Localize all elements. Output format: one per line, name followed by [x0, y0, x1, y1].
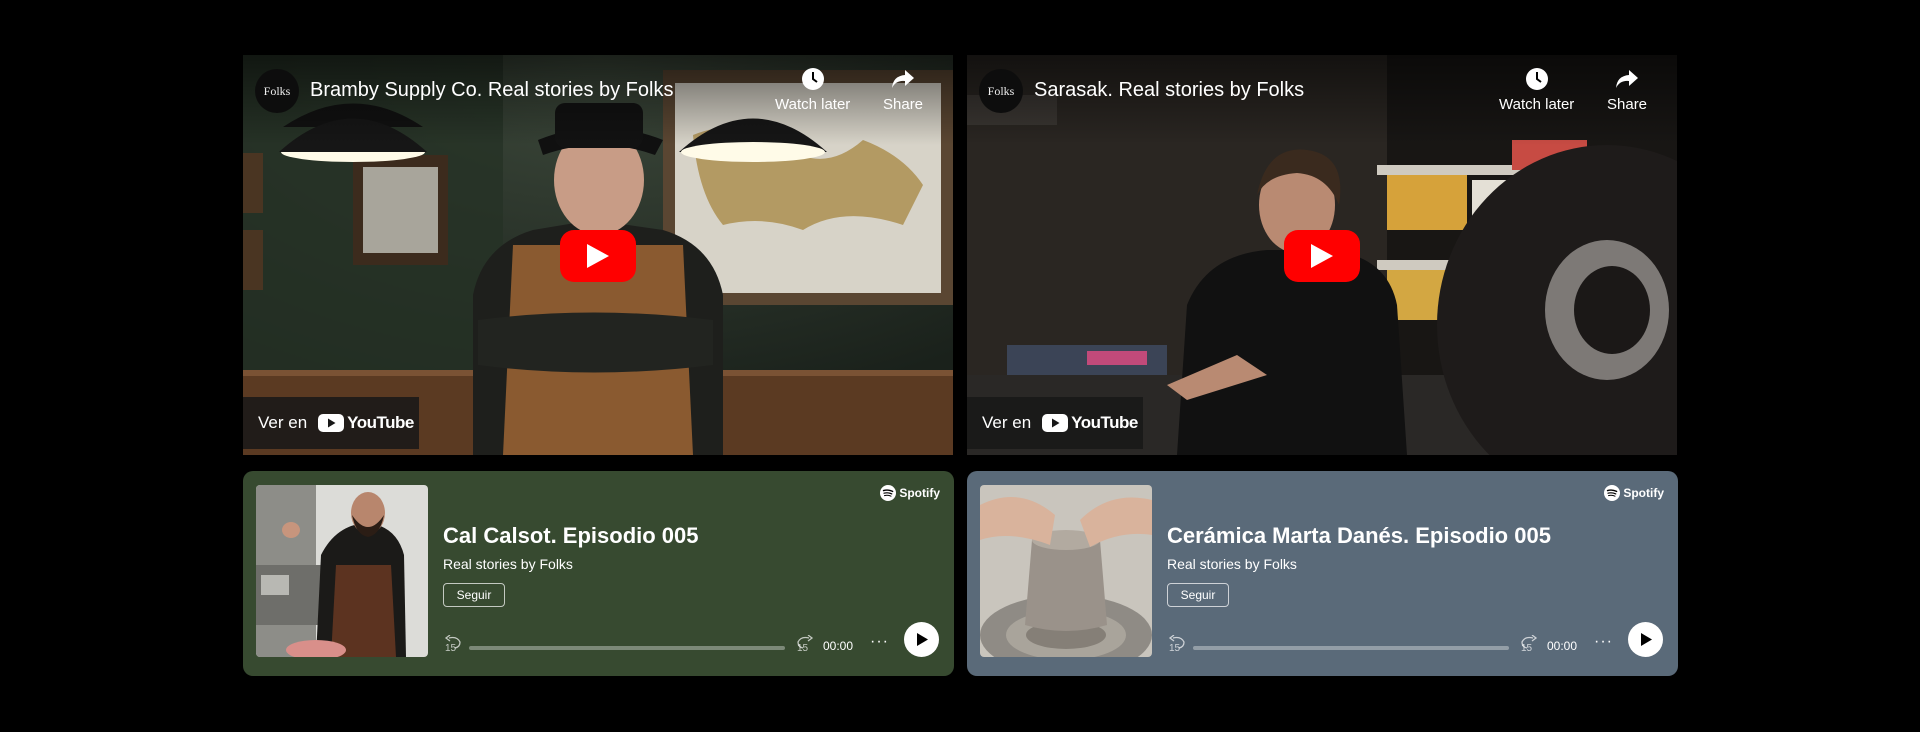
play-icon [1311, 244, 1333, 268]
episode-play-button[interactable] [904, 622, 939, 657]
spotify-episode-embed-cal-calsot: Spotify Cal Calsot. Episodio 005 Real st… [243, 471, 954, 676]
play-icon [587, 244, 609, 268]
watch-on-youtube-link[interactable]: Ver en YouTube [967, 397, 1143, 449]
youtube-logo-icon [318, 414, 345, 432]
video-player-bramby[interactable]: Folks Bramby Supply Co. Real stories by … [243, 55, 953, 455]
skip-forward-seconds: 15 [797, 643, 809, 654]
youtube-wordmark: YouTube [1071, 413, 1138, 432]
video-title[interactable]: Bramby Supply Co. Real stories by Folks [310, 79, 673, 102]
episode-play-button[interactable] [1628, 622, 1663, 657]
watch-later-label: Watch later [1499, 96, 1575, 113]
share-label: Share [1607, 96, 1648, 113]
youtube-logo: YouTube [318, 413, 414, 433]
play-button[interactable] [1284, 230, 1360, 282]
episode-title[interactable]: Cerámica Marta Danés. Episodio 005 [1167, 523, 1551, 549]
spotify-wordmark: Spotify [1623, 486, 1664, 500]
spotify-icon [880, 485, 897, 501]
share-button[interactable]: Share [1607, 67, 1647, 113]
share-button[interactable]: Share [883, 67, 923, 113]
follow-button[interactable]: Seguir [443, 583, 505, 607]
skip-back-button[interactable]: 15 [1167, 635, 1189, 654]
playback-time: 00:00 [823, 639, 854, 653]
channel-avatar[interactable]: Folks [979, 69, 1023, 113]
share-label: Share [883, 96, 924, 113]
more-options-button[interactable]: ··· [870, 633, 889, 651]
video-player-sarasak[interactable]: Folks Sarasak. Real stories by Folks Wat… [967, 55, 1677, 455]
skip-back-button[interactable]: 15 [443, 635, 465, 654]
play-icon [1640, 633, 1652, 646]
play-icon [916, 633, 928, 646]
watch-on-youtube-link[interactable]: Ver en YouTube [243, 397, 419, 449]
episode-cover-art[interactable] [256, 485, 428, 657]
share-arrow-icon [892, 70, 915, 88]
watch-on-label: Ver en [258, 413, 308, 432]
episode-title[interactable]: Cal Calsot. Episodio 005 [443, 523, 699, 549]
share-arrow-icon [1616, 70, 1639, 88]
youtube-logo-icon [1042, 414, 1069, 432]
channel-avatar[interactable]: Folks [255, 69, 299, 113]
clock-icon [1525, 68, 1548, 90]
watch-later-label: Watch later [775, 96, 851, 113]
youtube-logo: YouTube [1042, 413, 1138, 433]
spotify-wordmark: Spotify [899, 486, 940, 500]
skip-back-seconds: 15 [1169, 643, 1181, 654]
follow-button[interactable]: Seguir [1167, 583, 1229, 607]
episode-cover-art[interactable] [980, 485, 1152, 657]
watch-later-button[interactable]: Watch later [775, 67, 850, 113]
watch-later-button[interactable]: Watch later [1499, 67, 1574, 113]
episode-progress-bar[interactable] [469, 646, 785, 650]
skip-forward-seconds: 15 [1521, 643, 1533, 654]
more-options-button[interactable]: ··· [1594, 633, 1613, 651]
skip-back-seconds: 15 [445, 643, 457, 654]
skip-forward-button[interactable]: 15 [795, 635, 817, 654]
skip-forward-button[interactable]: 15 [1519, 635, 1541, 654]
spotify-episode-embed-ceramica: Spotify Cerámica Marta Danés. Episodio 0… [967, 471, 1678, 676]
spotify-logo[interactable]: Spotify [880, 485, 940, 501]
play-button[interactable] [560, 230, 636, 282]
show-name[interactable]: Real stories by Folks [1167, 556, 1297, 572]
episode-progress-bar[interactable] [1193, 646, 1509, 650]
video-title[interactable]: Sarasak. Real stories by Folks [1034, 79, 1304, 102]
playback-time: 00:00 [1547, 639, 1578, 653]
spotify-logo[interactable]: Spotify [1604, 485, 1664, 501]
youtube-wordmark: YouTube [347, 413, 414, 432]
watch-on-label: Ver en [982, 413, 1032, 432]
clock-icon [801, 68, 824, 90]
spotify-icon [1604, 485, 1621, 501]
show-name[interactable]: Real stories by Folks [443, 556, 573, 572]
